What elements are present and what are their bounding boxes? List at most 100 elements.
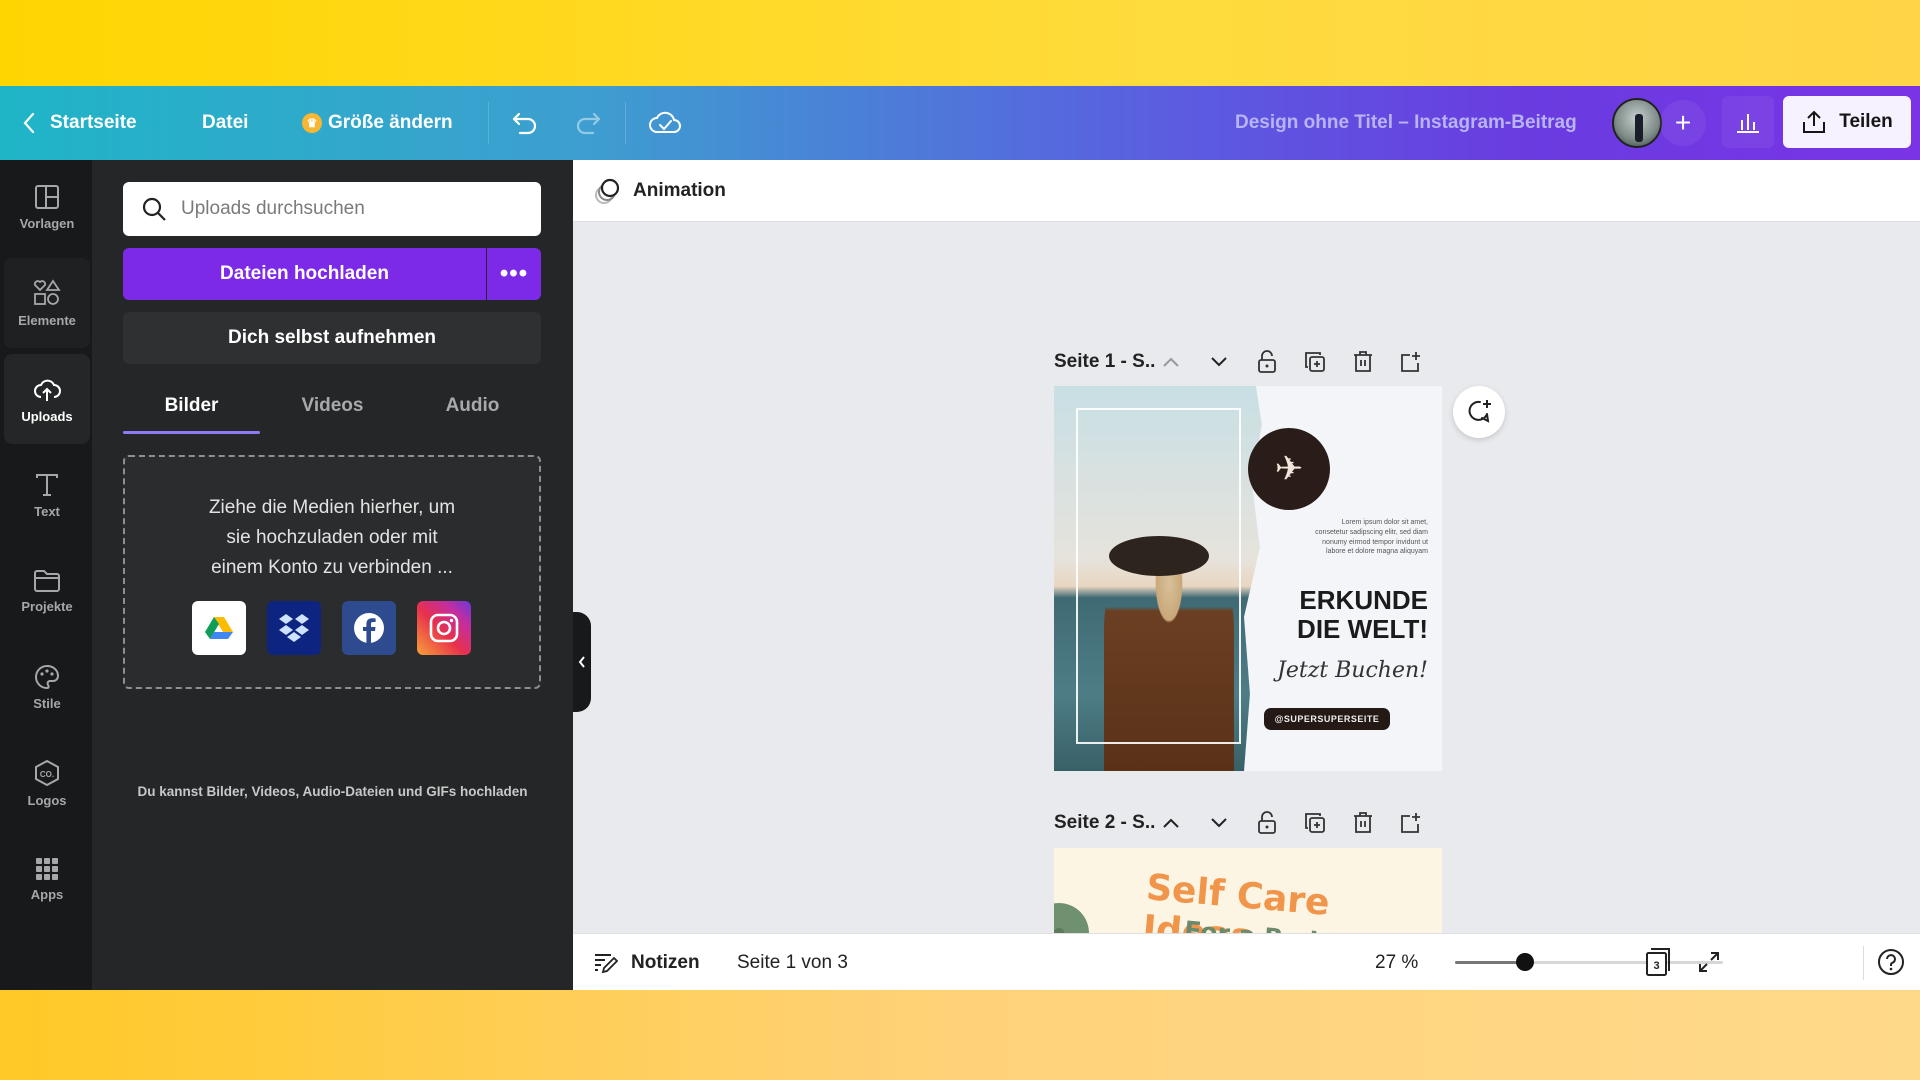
search-icon (142, 197, 166, 221)
headline-text[interactable]: ERKUNDE DIE WELT! (1254, 586, 1428, 644)
redo-icon[interactable] (573, 108, 603, 138)
instagram-icon (429, 613, 459, 643)
uploads-panel: Dateien hochladen ••• Dich selbst aufneh… (92, 160, 573, 990)
zoom-level[interactable]: 27 % (1375, 934, 1418, 990)
rail-label: Text (34, 503, 60, 519)
pages-count-badge: 3 (1653, 960, 1659, 972)
uploads-search[interactable] (123, 182, 541, 236)
rail-item-projects[interactable]: Projekte (4, 546, 90, 636)
delete-page-button[interactable] (1343, 803, 1383, 843)
dropbox-button[interactable] (267, 601, 321, 655)
headline-line-2: DIE WELT! (1297, 614, 1428, 644)
file-label: Datei (202, 112, 249, 133)
tab-images[interactable]: Bilder (123, 382, 260, 434)
more-dots-icon: ••• (499, 260, 529, 287)
page-2-header: Seite 2 - S.. (1054, 803, 1155, 843)
resize-button[interactable]: ♛ Größe ändern (302, 86, 453, 160)
upload-cloud-icon (34, 379, 61, 401)
trash-icon (1354, 812, 1372, 833)
chevron-left-icon (578, 656, 585, 668)
drop-text-line: Ziehe die Medien hierher, um (208, 497, 456, 518)
photo-frame[interactable] (1076, 408, 1241, 744)
airplane-logo-icon[interactable]: ✈ (1248, 428, 1330, 510)
duplicate-page-button[interactable] (1295, 342, 1335, 382)
add-page-button[interactable] (1391, 803, 1431, 843)
duplicate-icon (1305, 813, 1325, 833)
delete-page-button[interactable] (1343, 342, 1383, 382)
google-drive-button[interactable] (192, 601, 246, 655)
page-grid-button[interactable]: 3 (1639, 942, 1679, 982)
duplicate-page-button[interactable] (1295, 803, 1335, 843)
rail-item-logos[interactable]: CO. Logos (4, 738, 90, 828)
script-text[interactable]: Jetzt Buchen! (1254, 658, 1428, 683)
user-avatar[interactable] (1612, 98, 1662, 148)
rail-label: Uploads (21, 408, 73, 424)
page-up-button[interactable] (1151, 342, 1191, 382)
cloud-saved-icon[interactable] (648, 106, 682, 140)
rail-item-templates[interactable]: Vorlagen (4, 162, 90, 252)
lock-page-button[interactable] (1247, 342, 1287, 382)
dropbox-icon (279, 614, 309, 642)
handle-badge[interactable]: @SUPERSUPERSEITE (1264, 708, 1390, 730)
drop-text-line: einem Konto zu verbinden ... (211, 557, 453, 578)
animation-label: Animation (633, 179, 726, 201)
rail-label: Stile (33, 695, 61, 711)
headline-line-1: ERKUNDE (1299, 585, 1428, 615)
upload-hint: Du kannst Bilder, Videos, Audio-Dateien … (137, 784, 528, 799)
help-button[interactable] (1871, 942, 1911, 982)
share-button[interactable]: Teilen (1783, 96, 1911, 148)
page-1-canvas[interactable]: ✈ Lorem ipsum dolor sit amet, consetetur… (1054, 386, 1442, 771)
drop-zone-text: Ziehe die Medien hierher, um sie hochzul… (125, 493, 539, 583)
logo-icon: CO. (35, 759, 59, 786)
upload-drop-zone[interactable]: Ziehe die Medien hierher, um sie hochzul… (123, 455, 541, 689)
animation-button[interactable]: Animation (573, 160, 1920, 222)
page-down-button[interactable] (1199, 342, 1239, 382)
page-up-button[interactable] (1151, 803, 1191, 843)
upload-files-button[interactable]: Dateien hochladen (123, 248, 486, 300)
trash-icon (1354, 351, 1372, 372)
canva-editor-window: Startseite Datei ♛ Größe ändern Design o… (0, 86, 1920, 990)
tab-videos[interactable]: Videos (264, 382, 401, 430)
page-2-canvas[interactable]: Self Care Ideas For a Bad Day (1054, 848, 1442, 933)
rail-label: Apps (30, 886, 64, 902)
upload-more-button[interactable]: ••• (487, 248, 541, 300)
add-comment-button[interactable] (1453, 386, 1505, 438)
insights-button[interactable] (1722, 96, 1774, 148)
lorem-text[interactable]: Lorem ipsum dolor sit amet, consetetur s… (1314, 518, 1428, 557)
rail-label: Projekte (21, 598, 73, 614)
collapse-panel-button[interactable] (573, 612, 591, 712)
facebook-button[interactable] (342, 601, 396, 655)
add-member-button[interactable]: + (1660, 100, 1706, 146)
google-drive-icon (205, 617, 233, 639)
add-page-button[interactable] (1391, 342, 1431, 382)
rail-item-styles[interactable]: Stile (4, 642, 90, 732)
text-icon (36, 473, 58, 496)
chevron-up-icon (1163, 818, 1179, 828)
rail-item-elements[interactable]: Elemente (4, 258, 90, 348)
fullscreen-button[interactable] (1689, 942, 1729, 982)
document-title[interactable]: Design ohne Titel – Instagram-Beitrag (1235, 86, 1577, 160)
rail-item-apps[interactable]: Apps (4, 834, 90, 924)
record-yourself-button[interactable]: Dich selbst aufnehmen (123, 312, 541, 364)
rail-item-text[interactable]: Text (4, 450, 90, 540)
tab-audio[interactable]: Audio (404, 382, 541, 430)
page-1-title[interactable]: Seite 1 - S.. (1054, 351, 1155, 373)
page-down-button[interactable] (1199, 803, 1239, 843)
zoom-slider[interactable] (1455, 953, 1723, 971)
home-button[interactable]: Startseite (22, 86, 137, 160)
notes-button[interactable]: Notizen (593, 934, 700, 990)
add-page-icon (1401, 813, 1420, 833)
undo-icon[interactable] (510, 108, 540, 138)
uploads-search-input[interactable] (181, 198, 521, 220)
resize-label: Größe ändern (328, 112, 453, 133)
instagram-button[interactable] (417, 601, 471, 655)
animation-icon (595, 178, 620, 204)
green-flower-decoration (1054, 898, 1094, 933)
rail-item-uploads[interactable]: Uploads (4, 354, 90, 444)
elements-icon (33, 278, 61, 305)
zoom-slider-thumb[interactable] (1515, 953, 1534, 971)
lock-page-button[interactable] (1247, 803, 1287, 843)
file-menu-button[interactable]: Datei (202, 86, 248, 160)
chevron-down-icon (1211, 818, 1227, 828)
page-2-title[interactable]: Seite 2 - S.. (1054, 812, 1155, 834)
